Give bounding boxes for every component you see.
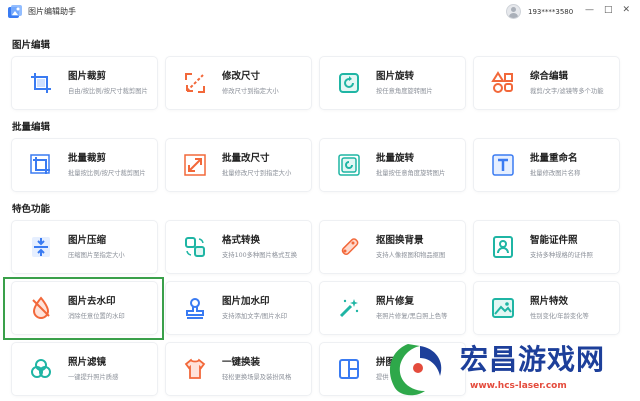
card-image-crop[interactable]: 图片裁剪 自由/按比例/按尺寸裁剪图片	[12, 57, 157, 109]
watermark-text: 宏昌游戏网	[460, 343, 606, 376]
highlight-box	[3, 277, 164, 340]
card-title: 图片压缩	[68, 235, 107, 246]
compress-icon	[32, 237, 50, 257]
card-desc: 批量按任意角度旋转图片	[376, 170, 446, 177]
card-desc: 压缩图片至指定大小	[68, 252, 125, 259]
section-title-features: 特色功能	[12, 204, 51, 215]
card-desc: 批量修改尺寸到指定大小	[222, 170, 292, 177]
card-title: 修改尺寸	[222, 71, 261, 82]
card-title: 照片滤镜	[68, 357, 107, 368]
card-desc: 批量修改图片名称	[530, 170, 581, 177]
title-bar: 图片编辑助手 193****3580 — □ ✕	[0, 0, 640, 26]
watermark-url: www.hcs-laser.com	[470, 381, 567, 391]
card-desc: 老照片修复/黑白照上色等	[376, 313, 448, 320]
card-title: 图片加水印	[222, 296, 270, 307]
filter-icon	[31, 359, 51, 378]
card-desc: 轻松更换场景及装扮风格	[222, 374, 292, 381]
card-desc: 支持人像抠图和物品抠图	[376, 252, 446, 259]
card-photo-effect[interactable]: 照片特效 性别变化/年龄变化等	[474, 282, 619, 334]
card-title: 图片旋转	[376, 71, 415, 82]
card-cutout-background[interactable]: 抠图换背景 支持人像抠图和物品抠图	[320, 221, 465, 273]
card-title: 批量裁剪	[68, 153, 107, 164]
resize-icon	[185, 73, 205, 93]
card-desc: 批量按比例/按尺寸裁剪图片	[68, 170, 146, 177]
card-desc: 支持添加文字/图片水印	[222, 313, 288, 320]
convert-icon	[185, 237, 205, 257]
avatar[interactable]	[506, 4, 521, 19]
card-image-rotate[interactable]: 图片旋转 按任意角度旋转图片	[320, 57, 465, 109]
cutout-icon	[341, 238, 359, 255]
card-one-click-outfit[interactable]: 一键换装 轻松更换场景及装扮风格	[166, 343, 311, 395]
magic-wand-icon	[339, 299, 359, 318]
outfit-icon	[184, 358, 206, 379]
rename-icon	[492, 154, 514, 176]
card-title: 智能证件照	[530, 235, 578, 246]
card-comprehensive-edit[interactable]: 综合编辑 裁剪/文字/滤镜等多个功能	[474, 57, 619, 109]
card-title: 照片特效	[530, 296, 569, 307]
app-logo-icon	[8, 5, 22, 18]
card-add-watermark[interactable]: 图片加水印 支持添加文字/图片水印	[166, 282, 311, 334]
card-title: 一键换装	[222, 357, 261, 368]
card-batch-resize[interactable]: 批量改尺寸 批量修改尺寸到指定大小	[166, 139, 311, 191]
batch-rotate-icon	[338, 154, 360, 176]
crop-icon	[31, 73, 51, 93]
card-title: 批量重命名	[530, 153, 578, 164]
card-title: 综合编辑	[530, 71, 569, 82]
section-title-batch-edit: 批量编辑	[12, 122, 51, 133]
card-photo-repair[interactable]: 照片修复 老照片修复/黑白照上色等	[320, 282, 465, 334]
card-title: 格式转换	[222, 235, 261, 246]
card-title: 抠图换背景	[376, 235, 424, 246]
card-batch-rename[interactable]: 批量重命名 批量修改图片名称	[474, 139, 619, 191]
card-desc: 性别变化/年龄变化等	[530, 313, 589, 320]
card-title: 图片裁剪	[68, 71, 107, 82]
user-account[interactable]: 193****3580	[506, 4, 573, 19]
batch-crop-icon	[30, 154, 50, 174]
card-title: 批量改尺寸	[222, 153, 270, 164]
card-desc: 按任意角度旋转图片	[376, 88, 433, 95]
card-image-compress[interactable]: 图片压缩 压缩图片至指定大小	[12, 221, 157, 273]
card-id-photo[interactable]: 智能证件照 支持多种规格的证件照	[474, 221, 619, 273]
restore-button[interactable]: □	[604, 5, 613, 15]
card-desc: 裁剪/文字/滤镜等多个功能	[530, 88, 604, 95]
window-controls: — □ ✕	[585, 5, 630, 15]
shapes-icon	[491, 71, 513, 93]
card-title: 批量旋转	[376, 153, 415, 164]
user-phone: 193****3580	[528, 7, 574, 16]
card-desc: 支持多种规格的证件照	[530, 252, 593, 259]
card-batch-rotate[interactable]: 批量旋转 批量按任意角度旋转图片	[320, 139, 465, 191]
add-watermark-icon	[186, 298, 204, 319]
photo-effect-icon	[492, 298, 514, 318]
card-title: 照片修复	[376, 296, 415, 307]
app-title: 图片编辑助手	[28, 7, 76, 16]
card-resize[interactable]: 修改尺寸 修改尺寸到指定大小	[166, 57, 311, 109]
card-format-convert[interactable]: 格式转换 支持100多种图片格式互换	[166, 221, 311, 273]
card-photo-filter[interactable]: 照片滤镜 一键提升照片质感	[12, 343, 157, 395]
card-desc: 修改尺寸到指定大小	[222, 88, 279, 95]
minimize-button[interactable]: —	[585, 5, 594, 15]
collage-icon	[339, 359, 359, 379]
card-desc: 自由/按比例/按尺寸裁剪图片	[68, 88, 148, 95]
id-photo-icon	[493, 236, 513, 258]
section-title-image-edit: 图片编辑	[12, 40, 51, 51]
close-button[interactable]: ✕	[623, 5, 631, 15]
card-desc: 一键提升照片质感	[68, 374, 119, 381]
card-batch-crop[interactable]: 批量裁剪 批量按比例/按尺寸裁剪图片	[12, 139, 157, 191]
batch-resize-icon	[184, 154, 206, 176]
rotate-icon	[339, 73, 359, 93]
card-desc: 支持100多种图片格式互换	[222, 252, 297, 259]
